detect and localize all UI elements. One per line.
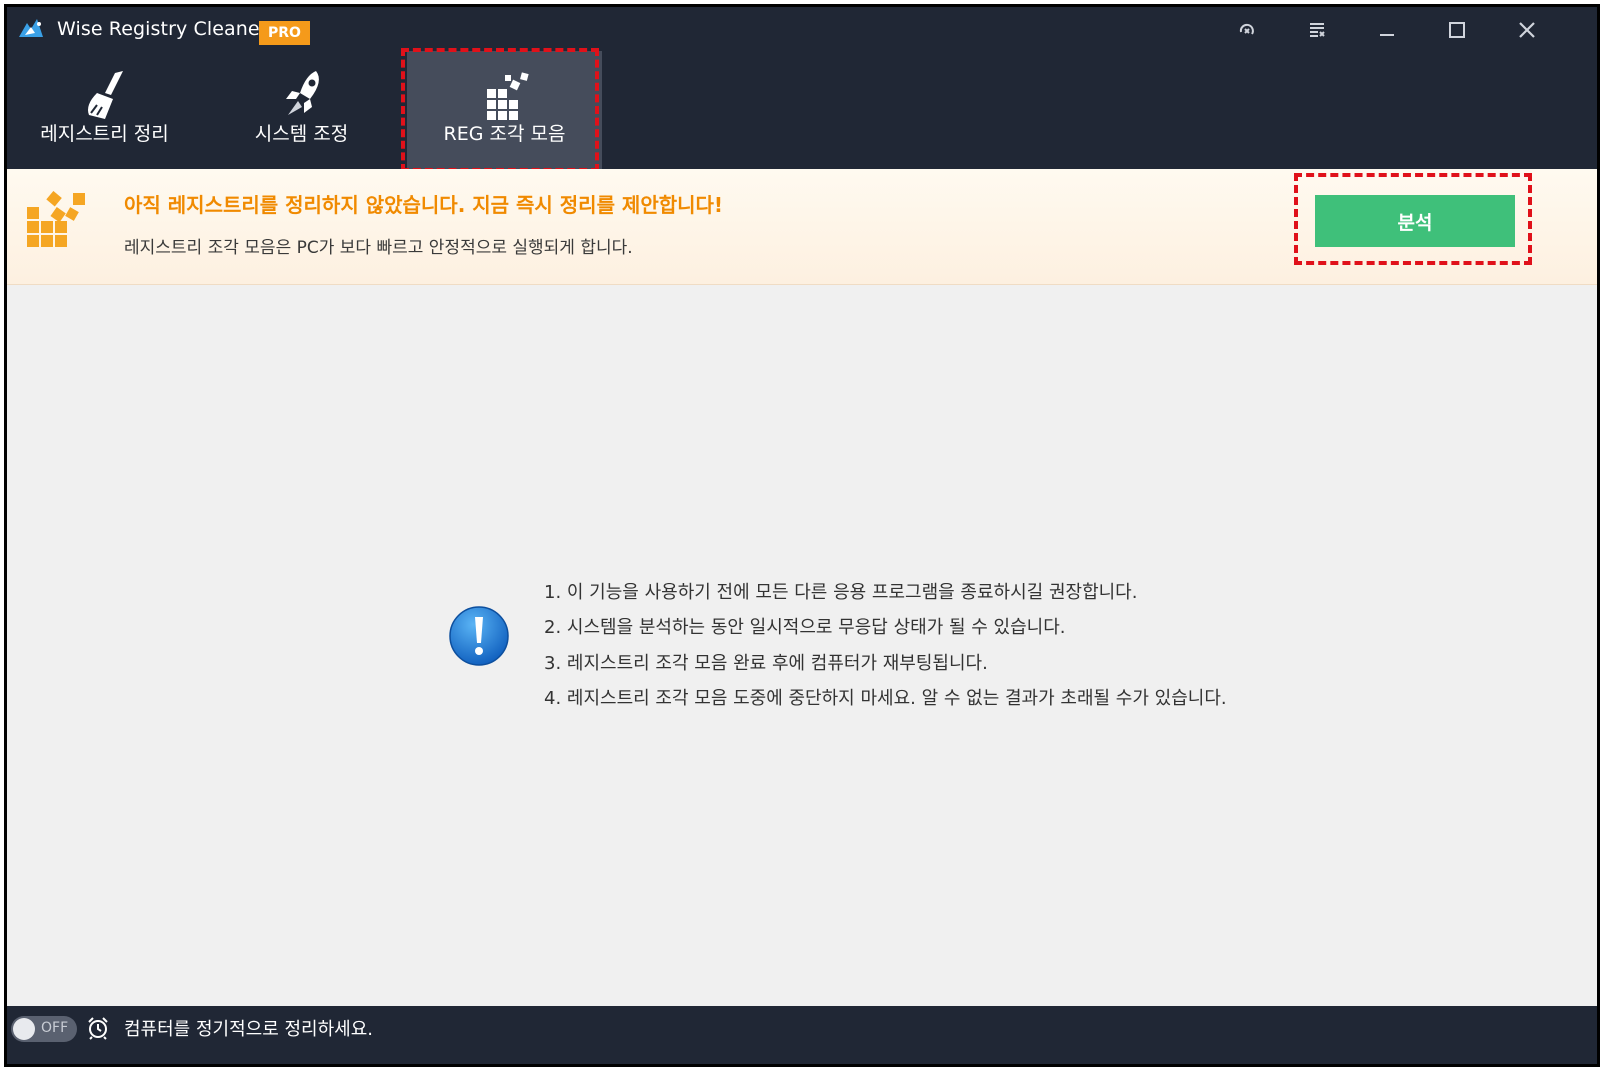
toggle-knob xyxy=(13,1018,35,1040)
schedule-toggle[interactable]: OFF xyxy=(11,1016,77,1042)
alarm-clock-icon xyxy=(88,1017,108,1040)
list-item: 1. 이 기능을 사용하기 전에 모든 다른 응용 프로그램을 종료하시길 권장… xyxy=(544,582,1138,603)
tab-reg-defrag[interactable]: REG 조각 모음 xyxy=(407,51,602,169)
precaution-list: 1. 이 기능을 사용하기 전에 모든 다른 응용 프로그램을 종료하시길 권장… xyxy=(544,575,1227,716)
defrag-blocks-icon xyxy=(27,191,85,247)
info-exclamation-icon xyxy=(449,606,509,666)
app-logo-icon xyxy=(19,19,43,37)
toggle-state-label: OFF xyxy=(41,1020,69,1036)
list-item: 2. 시스템을 분석하는 동안 일시적으로 무응답 상태가 될 수 있습니다. xyxy=(544,617,1066,639)
tab-system-tuneup[interactable]: 시스템 조정 xyxy=(204,51,399,169)
close-button[interactable] xyxy=(1509,13,1545,47)
menu-icon xyxy=(1310,23,1325,37)
status-banner: 아직 레지스트리를 정리하지 않았습니다. 지금 즉시 정리를 제안합니다! 레… xyxy=(7,169,1597,285)
theme-button[interactable] xyxy=(1229,13,1265,47)
tab-label: 시스템 조정 xyxy=(254,123,349,145)
tab-label: 레지스트리 정리 xyxy=(40,123,169,145)
maximize-icon xyxy=(1449,22,1465,38)
minimize-icon xyxy=(1380,34,1394,36)
main-nav: 레지스트리 정리 시스템 조정 REG 조각 모음 xyxy=(7,48,1597,172)
banner-subtext: 레지스트리 조각 모음은 PC가 보다 빠르고 안정적으로 실행되게 합니다. xyxy=(124,238,633,258)
app-window: Wise Registry Cleaner X PRO 레지스트리 정리 시스템… xyxy=(4,4,1600,1067)
tab-registry-cleaner[interactable]: 레지스트리 정리 xyxy=(7,51,202,169)
app-title: Wise Registry Cleaner X xyxy=(57,18,287,40)
minimize-button[interactable] xyxy=(1369,13,1405,47)
menu-button[interactable] xyxy=(1299,13,1335,47)
title-bar: Wise Registry Cleaner X PRO xyxy=(7,7,1597,51)
top-bar: Wise Registry Cleaner X PRO 레지스트리 정리 시스템… xyxy=(7,7,1597,172)
list-item: 3. 레지스트리 조각 모음 완료 후에 컴퓨터가 재부팅됩니다. xyxy=(544,652,988,674)
pro-badge: PRO xyxy=(259,21,310,45)
maximize-button[interactable] xyxy=(1439,13,1475,47)
defrag-blocks-icon xyxy=(486,72,529,120)
main-content: 1. 이 기능을 사용하기 전에 모든 다른 응용 프로그램을 종료하시길 권장… xyxy=(7,286,1597,1006)
footer-bar: OFF 컴퓨터를 정기적으로 정리하세요. xyxy=(7,1006,1597,1064)
banner-heading: 아직 레지스트리를 정리하지 않았습니다. 지금 즉시 정리를 제안합니다! xyxy=(124,193,724,217)
footer-text: 컴퓨터를 정기적으로 정리하세요. xyxy=(124,1019,374,1040)
theme-icon xyxy=(1239,23,1254,35)
tab-label: REG 조각 모음 xyxy=(443,123,566,145)
broom-icon xyxy=(87,71,123,119)
rocket-icon xyxy=(285,71,319,115)
list-item: 4. 레지스트리 조각 모음 도중에 중단하지 마세요. 알 수 없는 결과가 … xyxy=(544,687,1227,709)
close-icon xyxy=(1519,22,1535,38)
analyze-button[interactable]: 분석 xyxy=(1315,195,1515,247)
